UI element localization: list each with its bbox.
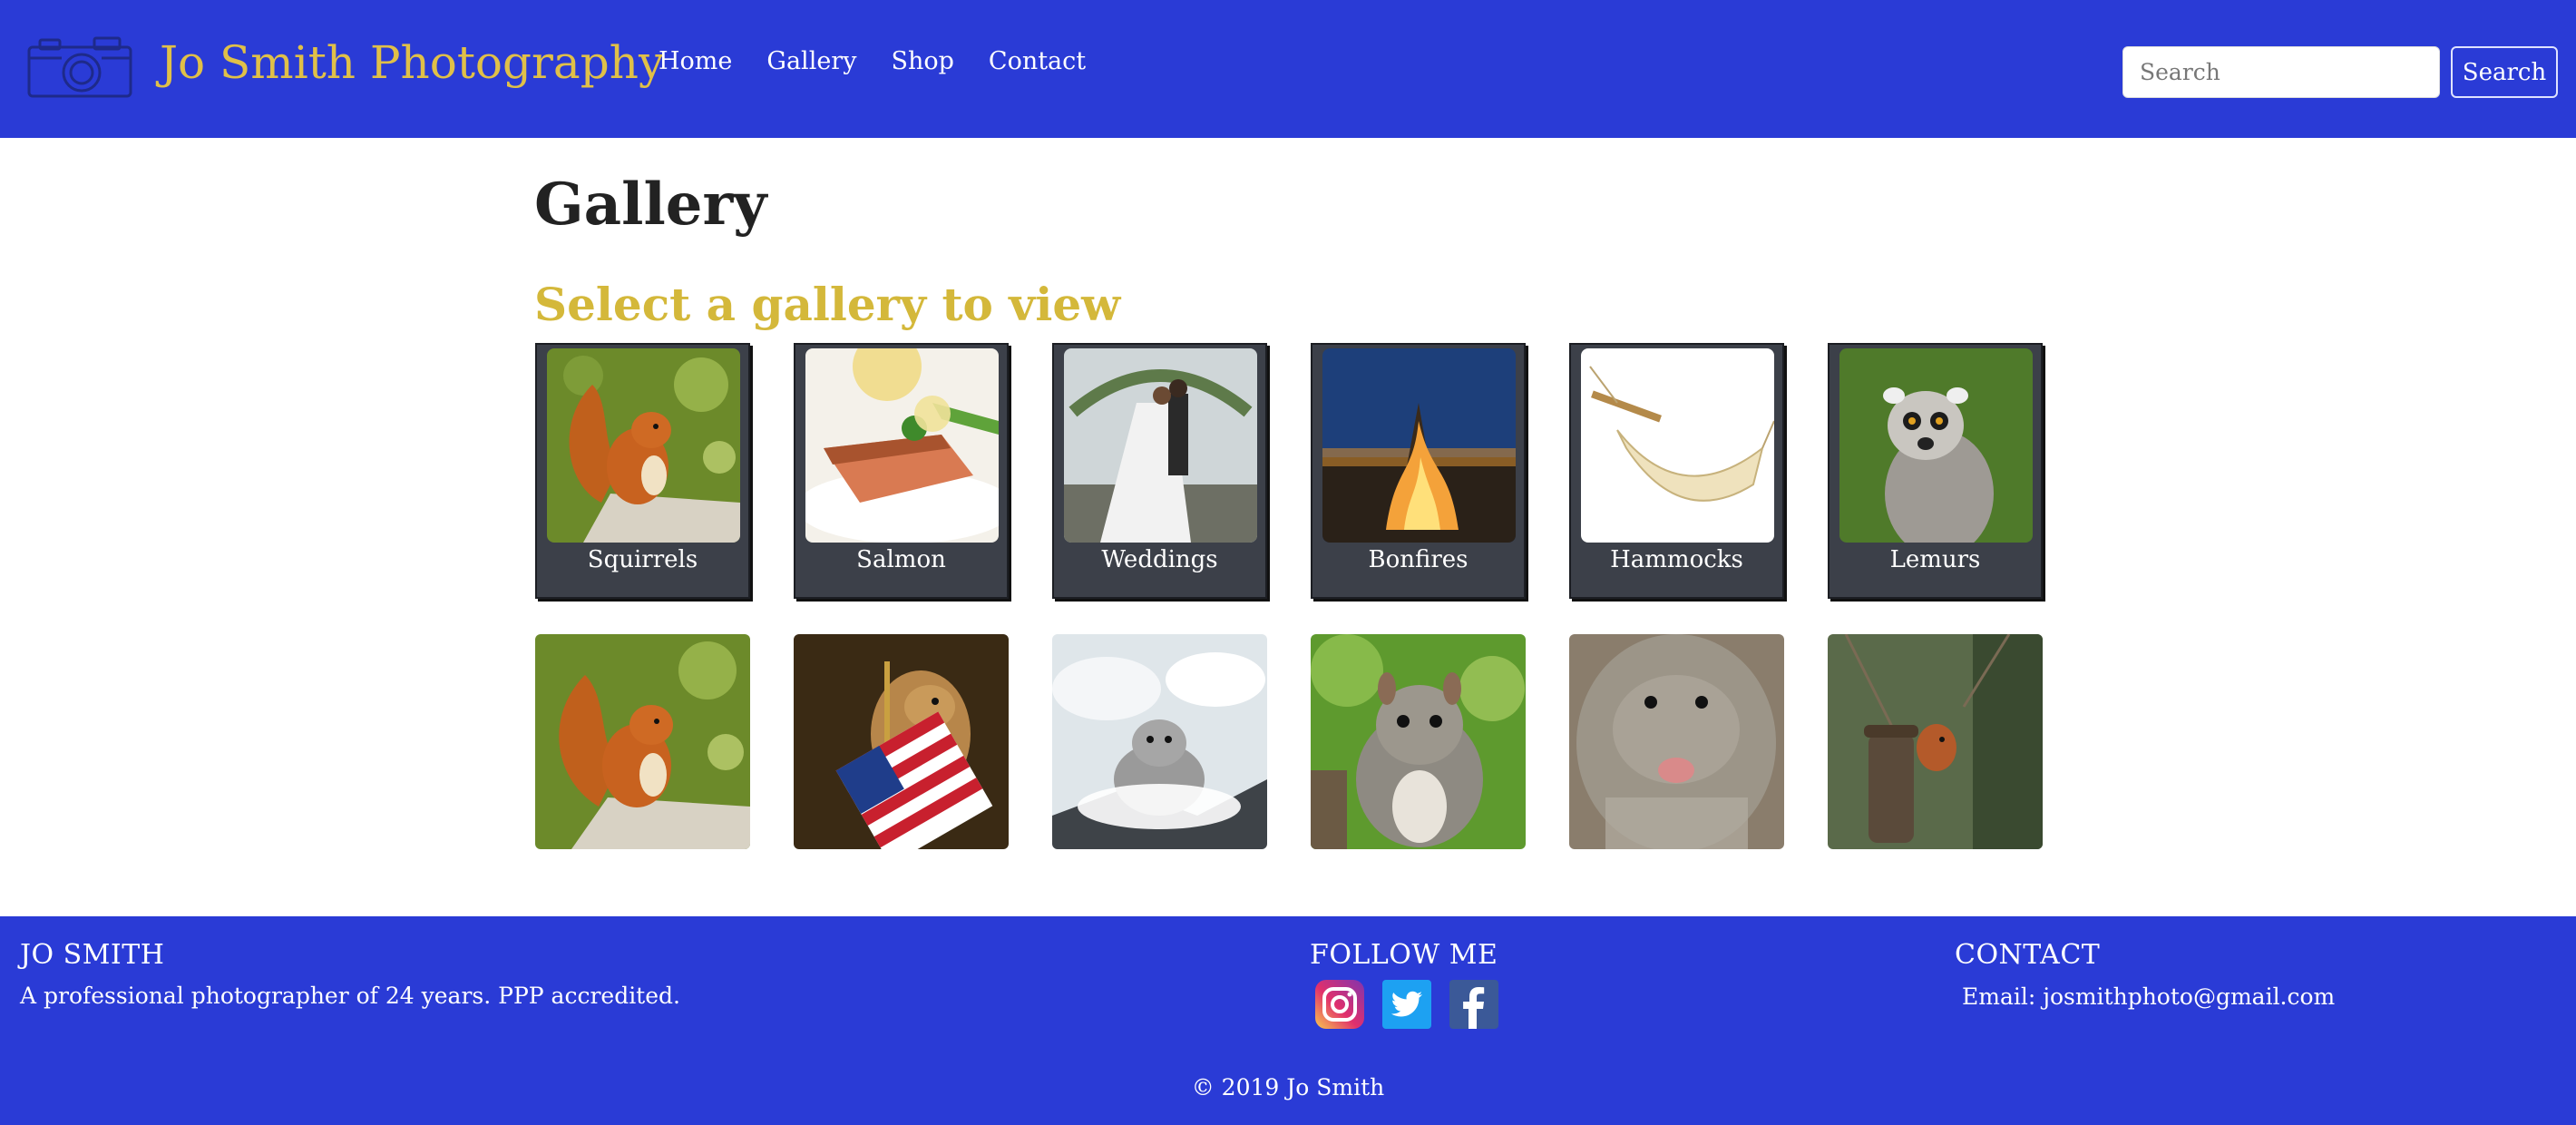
- nav-gallery[interactable]: Gallery: [766, 47, 856, 75]
- gallery-card-weddings[interactable]: Weddings: [1052, 343, 1267, 599]
- gallery-card-hammocks[interactable]: Hammocks: [1569, 343, 1784, 599]
- lemur-thumbnail: [1839, 348, 2033, 543]
- search-button[interactable]: Search: [2451, 46, 2558, 98]
- gallery-label: Lemurs: [1889, 546, 1981, 573]
- camera-logo-icon[interactable]: [25, 34, 134, 100]
- gallery-card-salmon[interactable]: Salmon: [794, 343, 1009, 599]
- photo-grid: [535, 634, 2043, 849]
- gallery-prompt: Select a gallery to view: [534, 278, 1121, 331]
- site-footer: JO SMITH A professional photographer of …: [0, 916, 2576, 1125]
- photo-thumbnail[interactable]: [1311, 634, 1526, 849]
- gallery-label: Hammocks: [1610, 546, 1743, 573]
- gallery-label: Bonfires: [1368, 546, 1469, 573]
- photo-thumbnail[interactable]: [1052, 634, 1267, 849]
- photo-thumbnail[interactable]: [535, 634, 750, 849]
- footer-about-text: A professional photographer of 24 years.…: [20, 983, 680, 1009]
- nav-shop[interactable]: Shop: [891, 47, 953, 75]
- gallery-cards: Squirrels Salmon Weddings Bonfires Hammo…: [535, 343, 2043, 599]
- nav-home[interactable]: Home: [659, 47, 732, 75]
- footer-about-heading: JO SMITH: [20, 939, 165, 971]
- weddings-thumbnail: [1064, 348, 1257, 543]
- gallery-label: Weddings: [1101, 546, 1218, 573]
- facebook-icon[interactable]: [1449, 980, 1498, 1029]
- photo-thumbnail[interactable]: [1569, 634, 1784, 849]
- gallery-card-bonfires[interactable]: Bonfires: [1311, 343, 1526, 599]
- footer-contact-heading: CONTACT: [1955, 939, 2101, 971]
- nav-contact[interactable]: Contact: [989, 47, 1086, 75]
- gallery-card-squirrels[interactable]: Squirrels: [535, 343, 750, 599]
- instagram-icon[interactable]: [1315, 980, 1364, 1029]
- footer-contact-email[interactable]: Email: josmithphoto@gmail.com: [1962, 983, 2335, 1010]
- social-links: [1315, 980, 1498, 1029]
- twitter-icon[interactable]: [1382, 980, 1431, 1029]
- page-title: Gallery: [534, 171, 767, 239]
- bonfire-thumbnail: [1322, 348, 1516, 543]
- gallery-label: Salmon: [856, 546, 946, 573]
- site-header: Jo Smith Photography Home Gallery Shop C…: [0, 0, 2576, 138]
- main-nav: Home Gallery Shop Contact: [659, 47, 1086, 75]
- salmon-thumbnail: [805, 348, 999, 543]
- gallery-card-lemurs[interactable]: Lemurs: [1828, 343, 2043, 599]
- site-brand[interactable]: Jo Smith Photography: [160, 36, 664, 89]
- squirrel-thumbnail: [547, 348, 740, 543]
- hammock-thumbnail: [1581, 348, 1774, 543]
- gallery-label: Squirrels: [587, 546, 698, 573]
- search-input[interactable]: [2122, 46, 2440, 98]
- copyright: © 2019 Jo Smith: [1191, 1074, 1385, 1101]
- footer-follow-heading: FOLLOW ME: [1310, 939, 1498, 971]
- photo-thumbnail[interactable]: [1828, 634, 2043, 849]
- photo-thumbnail[interactable]: [794, 634, 1009, 849]
